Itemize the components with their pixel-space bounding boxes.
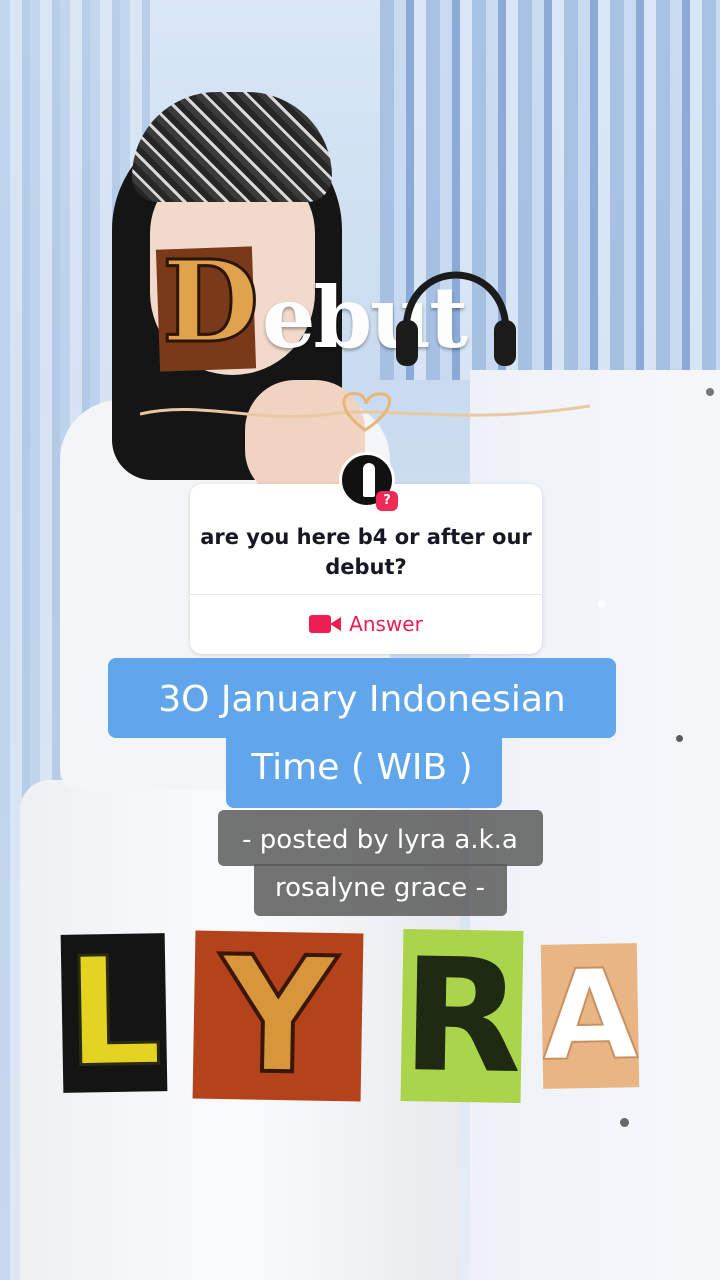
question-text: are you here b4 or after our debut? [200, 525, 532, 579]
lyra-letter-a[interactable]: A [540, 943, 640, 1089]
question-divider [190, 594, 542, 595]
answer-label: Answer [349, 612, 423, 636]
question-sticker[interactable]: are you here b4 or after our debut? Answ… [190, 484, 542, 654]
headphones-icon [396, 271, 516, 366]
question-badge: ? [376, 491, 398, 511]
answer-button[interactable]: Answer [190, 604, 542, 644]
lyra-letter-y-text: Y [216, 930, 339, 1102]
caption-credit[interactable]: - posted by lyra a.k.a rosalyne grace - [200, 816, 560, 912]
caption-date-line1: 3O January Indonesian [158, 679, 566, 720]
caption-date[interactable]: 3O January Indonesian Time ( WIB ) [108, 666, 616, 802]
performer-headpiece [132, 92, 332, 202]
lyra-letter-r[interactable]: R [400, 928, 524, 1104]
caption-date-line2: Time ( WIB ) [251, 747, 473, 788]
lyra-letter-y[interactable]: Y [192, 930, 364, 1102]
lyra-letter-r-text: R [400, 928, 524, 1104]
debut-letter-d: D [161, 236, 261, 369]
caption-credit-line1: - posted by lyra a.k.a [242, 825, 518, 855]
caption-credit-line2: rosalyne grace - [275, 873, 485, 903]
heart-doodle-icon [140, 392, 590, 432]
lyra-letter-l-text: L [63, 933, 165, 1093]
lyra-letter-l[interactable]: L [60, 933, 168, 1093]
lyra-letter-a-text: A [540, 943, 640, 1089]
video-camera-icon [309, 613, 342, 635]
